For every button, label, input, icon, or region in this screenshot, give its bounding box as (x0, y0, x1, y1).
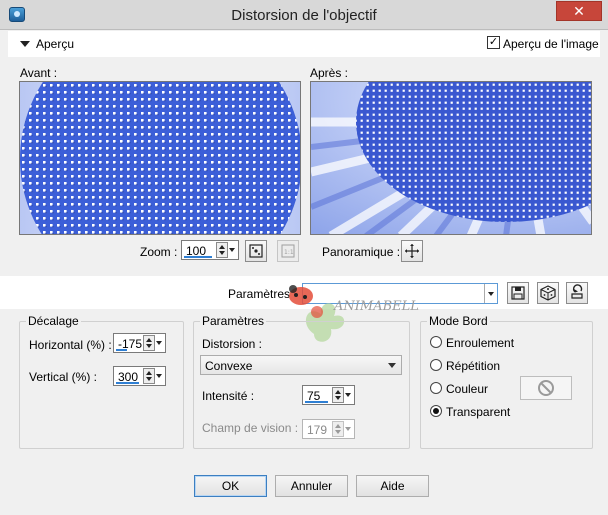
intensity-spinner[interactable]: 75 (302, 385, 355, 405)
vertical-arrows-icon[interactable] (143, 368, 155, 384)
intensity-arrows-icon[interactable] (332, 387, 344, 403)
preview-image-label: Aperçu de l'image (503, 37, 599, 51)
radio-transparent[interactable] (430, 405, 442, 417)
presets-dropdown-icon[interactable] (484, 284, 497, 303)
dice-icon (540, 285, 556, 301)
move-arrows-icon (405, 244, 419, 258)
before-preview (19, 81, 301, 235)
after-preview (310, 81, 592, 235)
intensity-dropdown-icon[interactable] (345, 387, 352, 403)
radio-couleur-label: Couleur (446, 382, 489, 396)
zoom-arrows-icon[interactable] (216, 242, 228, 258)
zoom-dropdown-icon[interactable] (229, 242, 236, 258)
close-button[interactable]: ✕ (556, 1, 602, 21)
svg-text:1:1: 1:1 (284, 249, 294, 256)
fov-spinner[interactable]: 179 (302, 419, 355, 439)
panoramique-label: Panoramique : (322, 245, 401, 259)
zoom-label: Zoom : (140, 245, 178, 259)
horizontal-label: Horizontal (%) : (29, 338, 112, 352)
preview-header[interactable]: Aperçu ✓ Aperçu de l'image (8, 31, 600, 57)
pan-button[interactable] (401, 240, 423, 262)
distortion-value: Convexe (205, 359, 253, 373)
horizontal-arrows-icon[interactable] (143, 335, 155, 351)
vertical-dropdown-icon[interactable] (156, 368, 163, 384)
horizontal-underline (116, 349, 127, 351)
fit-view-button[interactable] (245, 240, 267, 262)
cancel-button[interactable]: Annuler (275, 475, 348, 497)
radio-enroulement[interactable] (430, 336, 442, 348)
ok-button[interactable]: OK (194, 475, 267, 497)
edge-mode-group-title: Mode Bord (427, 314, 490, 328)
fov-arrows-icon[interactable] (332, 421, 344, 437)
fov-value: 179 (307, 423, 328, 437)
radio-repetition-label: Répétition (446, 359, 501, 373)
radio-couleur[interactable] (430, 382, 442, 394)
collapse-triangle-icon[interactable] (20, 41, 30, 47)
radio-transparent-label: Transparent (446, 405, 511, 419)
parameters-group-title: Paramètres (200, 314, 267, 328)
horizontal-dropdown-icon[interactable] (156, 335, 163, 351)
distortion-select[interactable]: Convexe (200, 355, 402, 375)
vertical-spinner[interactable]: 300 (113, 366, 166, 386)
no-color-icon (538, 380, 554, 396)
vertical-label: Vertical (%) : (29, 370, 98, 384)
color-swatch[interactable] (520, 376, 572, 400)
distortion-label: Distorsion : (202, 337, 263, 351)
reset-icon (571, 284, 583, 299)
window-title: Distorsion de l'objectif (231, 7, 377, 24)
radio-repetition[interactable] (430, 359, 442, 371)
offset-group-title: Décalage (26, 314, 81, 328)
watermark-text: ANIMABELLE (333, 299, 419, 314)
radio-enroulement-label: Enroulement (446, 336, 515, 350)
save-preset-button[interactable] (507, 282, 529, 304)
zoom-underline (184, 256, 212, 258)
preview-label: Aperçu (36, 37, 75, 51)
help-button[interactable]: Aide (356, 475, 429, 497)
intensity-label: Intensité : (202, 389, 255, 403)
after-label: Après : (310, 66, 349, 80)
intensity-underline (305, 401, 328, 403)
reset-preset-button[interactable] (566, 282, 588, 304)
before-label: Avant : (20, 66, 58, 80)
chevron-down-icon (388, 363, 396, 368)
fov-dropdown-icon[interactable] (345, 421, 352, 437)
actual-size-button[interactable]: 1:1 (277, 240, 299, 262)
zoom-spinner[interactable]: 100 (181, 240, 239, 260)
horizontal-spinner[interactable]: -175 (113, 333, 166, 353)
random-preset-button[interactable] (537, 282, 559, 304)
preview-image-checkbox[interactable]: ✓ (487, 36, 500, 49)
title-bar: Distorsion de l'objectif ✕ (0, 0, 608, 30)
floppy-icon (511, 286, 525, 300)
vertical-underline (116, 382, 139, 384)
fov-label: Champ de vision : (202, 421, 299, 435)
